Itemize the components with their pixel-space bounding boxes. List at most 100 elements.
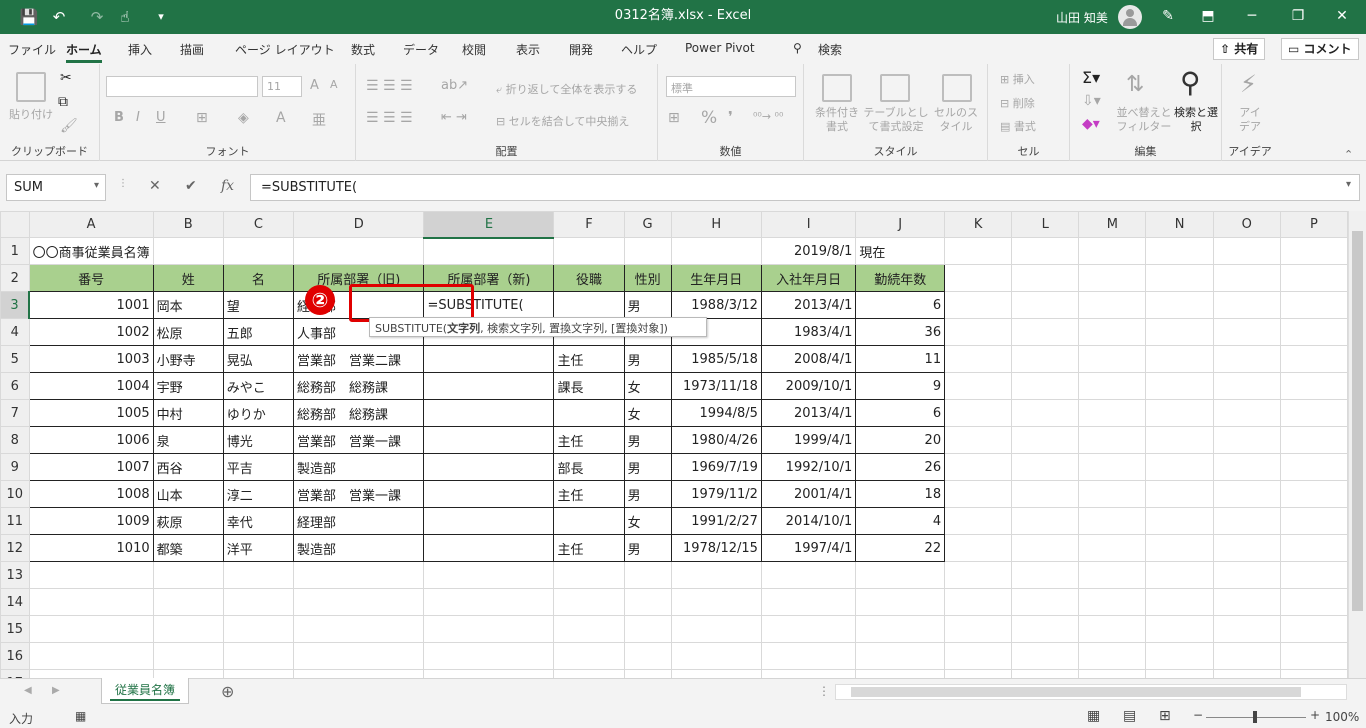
cell[interactable] (670, 237, 762, 265)
vertical-scrollbar[interactable] (1348, 211, 1366, 678)
data-cell[interactable] (553, 291, 625, 319)
paste-icon[interactable] (16, 72, 46, 102)
conditional-formatting-button[interactable]: 条件付き書式 (814, 106, 860, 134)
cell[interactable] (944, 615, 1013, 643)
italic-button[interactable]: I (136, 110, 140, 125)
column-header[interactable]: H (670, 211, 762, 238)
cell[interactable] (1145, 345, 1214, 373)
cell[interactable] (292, 642, 425, 670)
cell[interactable] (1212, 264, 1281, 292)
cell[interactable] (670, 669, 762, 678)
zoom-level[interactable]: 100% (1325, 710, 1359, 724)
select-all-corner[interactable] (0, 211, 30, 238)
cell[interactable] (1212, 561, 1281, 589)
close-icon[interactable]: ✕ (1322, 0, 1362, 34)
cell[interactable] (222, 237, 294, 265)
cell[interactable] (1145, 507, 1214, 535)
cell[interactable] (1212, 642, 1281, 670)
cell[interactable] (1145, 669, 1214, 678)
cell[interactable] (1011, 642, 1080, 670)
cell[interactable] (1145, 237, 1214, 265)
cell[interactable] (1078, 480, 1147, 508)
cell[interactable] (670, 642, 762, 670)
borders-icon[interactable]: ⊞ (196, 110, 208, 126)
cell[interactable] (1011, 318, 1080, 346)
cell[interactable] (28, 669, 154, 678)
data-cell[interactable]: 1007 (28, 453, 154, 481)
cell[interactable] (944, 588, 1013, 616)
data-cell[interactable]: 男 (623, 453, 672, 481)
data-cell[interactable]: 博光 (222, 426, 294, 454)
data-cell[interactable] (423, 372, 555, 400)
data-cell[interactable]: 男 (623, 426, 672, 454)
cell[interactable] (1279, 615, 1348, 643)
data-cell[interactable]: 萩原 (152, 507, 224, 535)
data-cell[interactable]: 1002 (28, 318, 154, 346)
data-cell[interactable]: 主任 (553, 534, 625, 562)
data-cell[interactable]: 五郎 (222, 318, 294, 346)
cell[interactable] (855, 615, 946, 643)
cell[interactable] (760, 588, 857, 616)
cell[interactable] (152, 561, 224, 589)
header-cell[interactable]: 生年月日 (670, 264, 762, 292)
cell[interactable] (1212, 318, 1281, 346)
data-cell[interactable]: 総務部 総務課 (292, 372, 425, 400)
cell[interactable] (1212, 615, 1281, 643)
cell[interactable] (28, 642, 154, 670)
data-cell[interactable]: 女 (623, 399, 672, 427)
collapse-ribbon-icon[interactable]: ⌃ (1344, 148, 1353, 161)
pen-icon[interactable]: ✎ (1148, 0, 1188, 34)
data-cell[interactable]: 2009/10/1 (760, 372, 857, 400)
row-header[interactable]: 10 (0, 480, 30, 508)
data-cell[interactable]: 1010 (28, 534, 154, 562)
row-header[interactable]: 9 (0, 453, 30, 481)
cell[interactable] (944, 345, 1013, 373)
fill-icon[interactable]: ⇩▾ (1082, 93, 1101, 109)
column-header[interactable]: B (152, 211, 224, 238)
column-header[interactable]: I (760, 211, 857, 238)
format-as-table-button[interactable]: テーブルとして書式設定 (862, 106, 930, 134)
cell[interactable] (944, 237, 1013, 265)
data-cell[interactable]: 都築 (152, 534, 224, 562)
align-left-icon[interactable]: ☰ ☰ ☰ (366, 110, 413, 126)
data-cell[interactable]: 1009 (28, 507, 154, 535)
data-cell[interactable]: 主任 (553, 480, 625, 508)
data-cell[interactable]: 1997/4/1 (760, 534, 857, 562)
cell[interactable] (1145, 453, 1214, 481)
data-cell[interactable]: 男 (623, 345, 672, 373)
cell[interactable] (1145, 480, 1214, 508)
cell[interactable] (1078, 534, 1147, 562)
tab-file[interactable]: ファイル (8, 41, 56, 58)
data-cell[interactable]: 1983/4/1 (760, 318, 857, 346)
cell[interactable] (1011, 426, 1080, 454)
cell[interactable] (944, 480, 1013, 508)
grow-font-icon[interactable]: A (310, 78, 319, 93)
cell[interactable] (152, 588, 224, 616)
data-cell[interactable]: 課長 (553, 372, 625, 400)
paste-button[interactable]: 貼り付け (9, 106, 53, 122)
add-sheet-icon[interactable]: ⊕ (221, 682, 234, 701)
percent-button[interactable]: % (701, 108, 717, 128)
zoom-in-button[interactable]: + (1310, 708, 1320, 722)
data-cell[interactable]: ゆりか (222, 399, 294, 427)
data-cell[interactable]: 9 (855, 372, 946, 400)
cell[interactable] (1011, 345, 1080, 373)
copy-icon[interactable]: ⧉ (58, 94, 68, 110)
data-cell[interactable]: 22 (855, 534, 946, 562)
cell[interactable] (152, 615, 224, 643)
header-cell[interactable]: 勤続年数 (855, 264, 946, 292)
cell[interactable] (1145, 615, 1214, 643)
ribbon-display-icon[interactable]: ⬒ (1188, 0, 1228, 34)
user-name[interactable]: 山田 知美 (1056, 9, 1108, 26)
row-header[interactable]: 11 (0, 507, 30, 535)
cell[interactable] (553, 642, 625, 670)
cell[interactable] (1078, 615, 1147, 643)
indent-icon[interactable]: ⇤ ⇥ (441, 110, 467, 125)
insert-function-icon[interactable]: fx (221, 178, 234, 194)
data-cell[interactable]: 男 (623, 534, 672, 562)
cell[interactable] (423, 237, 555, 265)
find-select-button[interactable]: 検索と選択 (1174, 106, 1218, 134)
comment-button[interactable]: ▭ コメント (1281, 38, 1359, 60)
cell[interactable] (944, 426, 1013, 454)
data-cell[interactable]: 小野寺 (152, 345, 224, 373)
